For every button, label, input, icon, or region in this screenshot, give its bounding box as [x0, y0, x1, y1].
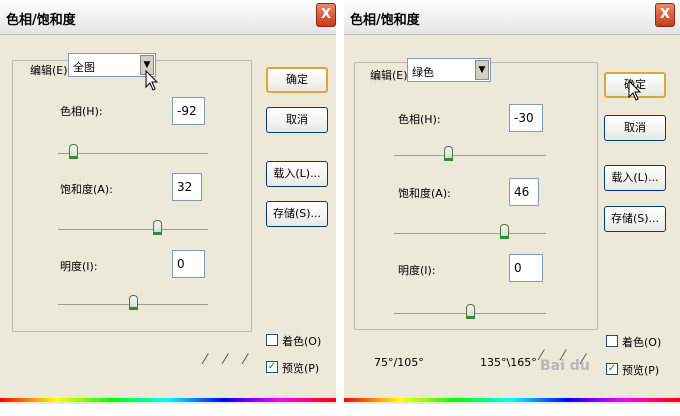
range-right-readout: 135°\165°	[480, 356, 537, 369]
hue-input[interactable]: -30	[509, 104, 543, 132]
load-button[interactable]: 载入(L)...	[266, 161, 328, 187]
cancel-button[interactable]: 取消	[604, 115, 666, 141]
saturation-input[interactable]: 32	[172, 173, 202, 201]
range-left-readout: 75°/105°	[374, 356, 424, 369]
hue-slider-thumb[interactable]	[444, 146, 454, 161]
lightness-label: 明度(I):	[398, 264, 436, 277]
edit-dropdown[interactable]: 绿色 ▼	[407, 58, 491, 82]
colorize-label: 着色(O)	[622, 336, 662, 349]
saturation-label: 饱和度(A):	[60, 183, 113, 196]
dialog-title: 色相/饱和度	[6, 13, 76, 28]
save-button[interactable]: 存储(S)...	[266, 201, 328, 227]
dialog-title: 色相/饱和度	[350, 13, 420, 28]
hue-slider-track[interactable]	[394, 155, 546, 156]
eyedropper-plus-icon[interactable]: ⁄	[224, 352, 226, 368]
lightness-input[interactable]: 0	[172, 250, 205, 278]
color-spectrum-bar	[344, 398, 680, 402]
saturation-slider-track[interactable]	[58, 229, 208, 230]
edit-dropdown-value: 全图	[73, 61, 95, 74]
edit-dropdown-value: 绿色	[412, 66, 434, 79]
hue-label: 色相(H):	[60, 105, 103, 118]
hue-saturation-dialog-right: 色相/饱和度 X 编辑(E): 绿色 ▼ 色相(H): -30 饱和度(A): …	[344, 0, 680, 404]
color-spectrum-bar	[0, 398, 336, 402]
preview-label: 预览(P)	[282, 362, 320, 375]
lightness-slider-thumb[interactable]	[465, 304, 475, 319]
colorize-label: 着色(O)	[282, 335, 322, 348]
close-icon[interactable]: X	[316, 3, 336, 27]
lightness-slider-thumb[interactable]	[128, 295, 138, 310]
close-icon[interactable]: X	[655, 3, 675, 27]
eyedropper-icon[interactable]: ⁄	[204, 352, 206, 368]
colorize-checkbox[interactable]	[606, 335, 618, 347]
saturation-slider-track[interactable]	[394, 233, 546, 234]
preview-checkbox[interactable]: ✓	[266, 361, 278, 373]
edit-label: 编辑(E):	[30, 64, 72, 77]
cancel-button[interactable]: 取消	[266, 107, 328, 133]
save-button[interactable]: 存储(S)...	[604, 206, 666, 232]
title-bar: 色相/饱和度 X	[0, 0, 336, 35]
hue-label: 色相(H):	[398, 113, 441, 126]
lightness-input[interactable]: 0	[509, 254, 543, 282]
edit-group	[354, 62, 598, 330]
edit-group	[12, 60, 252, 332]
saturation-slider-thumb[interactable]	[500, 224, 510, 239]
hue-slider-thumb[interactable]	[68, 144, 78, 159]
hue-slider-track[interactable]	[58, 153, 208, 154]
edit-label: 编辑(E):	[370, 69, 412, 82]
preview-label: 预览(P)	[622, 364, 660, 377]
preview-checkbox[interactable]: ✓	[606, 363, 618, 375]
eyedropper-minus-icon[interactable]: ⁄	[244, 352, 246, 368]
ok-button[interactable]: 确定	[266, 67, 328, 93]
hue-saturation-dialog-left: 色相/饱和度 X 编辑(E): 全图 ▼ 色相(H): -92 饱和度(A): …	[0, 0, 336, 404]
saturation-label: 饱和度(A):	[398, 187, 451, 200]
hue-input[interactable]: -92	[172, 97, 205, 125]
chevron-down-icon[interactable]: ▼	[475, 60, 489, 80]
load-button[interactable]: 载入(L)...	[604, 165, 666, 191]
saturation-input[interactable]: 46	[509, 178, 539, 206]
title-bar: 色相/饱和度 X	[344, 0, 680, 35]
lightness-label: 明度(I):	[60, 260, 98, 273]
edit-dropdown[interactable]: 全图 ▼	[68, 53, 156, 77]
saturation-slider-thumb[interactable]	[152, 220, 162, 235]
watermark: Bai du	[540, 358, 590, 374]
colorize-checkbox[interactable]	[266, 334, 278, 346]
